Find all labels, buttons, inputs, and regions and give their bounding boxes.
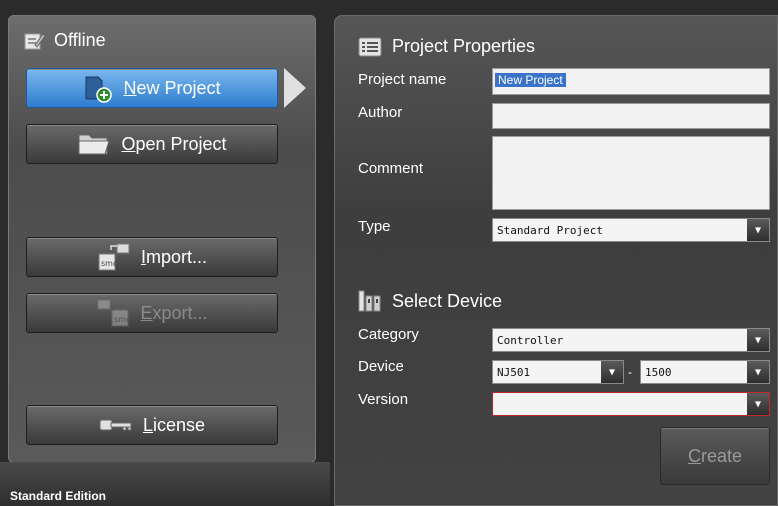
import-button[interactable]: smc Import... xyxy=(26,237,278,277)
export-smc-icon: smc xyxy=(96,298,130,328)
create-button[interactable]: Create xyxy=(660,427,770,485)
new-project-button[interactable]: New Project xyxy=(26,68,278,108)
new-project-label: New Project xyxy=(123,77,221,98)
comment-label: Comment xyxy=(358,160,424,177)
device-icon xyxy=(358,290,382,312)
import-smc-icon: smc xyxy=(97,242,131,272)
chevron-down-icon[interactable]: ▼ xyxy=(601,361,623,383)
category-value: Controller xyxy=(497,333,564,347)
version-label: Version xyxy=(358,391,409,408)
new-project-icon xyxy=(83,73,113,103)
chevron-down-icon[interactable]: ▼ xyxy=(747,393,769,415)
edition-label: Standard Edition xyxy=(10,489,106,503)
comment-textarea[interactable] xyxy=(492,136,770,210)
author-label: Author xyxy=(358,104,403,121)
open-project-label: Open Project xyxy=(121,133,227,154)
key-icon xyxy=(99,417,133,433)
select-device-header: Select Device xyxy=(358,290,502,312)
category-label: Category xyxy=(358,326,419,343)
project-name-input[interactable]: New Project xyxy=(492,68,770,95)
svg-text:smc: smc xyxy=(114,315,130,324)
device-dash: - xyxy=(628,365,632,379)
category-select[interactable]: Controller ▼ xyxy=(492,328,770,352)
chevron-down-icon[interactable]: ▼ xyxy=(747,329,769,351)
project-name-label: Project name xyxy=(358,71,447,88)
project-properties-header: Project Properties xyxy=(358,36,535,57)
edit-document-icon xyxy=(24,31,46,51)
export-label: Export... xyxy=(140,302,208,323)
offline-header: Offline xyxy=(24,30,106,51)
export-button[interactable]: smc Export... xyxy=(26,293,278,333)
license-button[interactable]: License xyxy=(26,405,278,445)
project-name-value: New Project xyxy=(495,73,566,87)
properties-list-icon xyxy=(358,37,382,57)
device-model-select[interactable]: 1500 ▼ xyxy=(640,360,770,384)
selected-arrow-indicator xyxy=(284,68,306,108)
license-label: License xyxy=(142,414,206,435)
select-device-title: Select Device xyxy=(392,290,503,311)
version-select[interactable]: ▼ xyxy=(492,392,770,416)
chevron-down-icon[interactable]: ▼ xyxy=(747,219,769,241)
device-label: Device xyxy=(358,358,404,375)
author-input[interactable] xyxy=(492,103,770,129)
svg-text:smc: smc xyxy=(101,259,117,268)
device-model-value: 1500 xyxy=(645,365,672,379)
project-properties-title: Project Properties xyxy=(392,36,536,56)
create-label: Create xyxy=(687,445,743,466)
folder-icon xyxy=(77,131,111,157)
type-label: Type xyxy=(358,218,391,235)
type-select[interactable]: Standard Project ▼ xyxy=(492,218,770,242)
device-select[interactable]: NJ501 ▼ xyxy=(492,360,624,384)
type-value: Standard Project xyxy=(497,223,603,237)
offline-label: Offline xyxy=(54,30,106,50)
chevron-down-icon[interactable]: ▼ xyxy=(747,361,769,383)
open-project-button[interactable]: Open Project xyxy=(26,124,278,164)
device-value: NJ501 xyxy=(497,365,531,379)
import-label: Import... xyxy=(140,246,208,267)
